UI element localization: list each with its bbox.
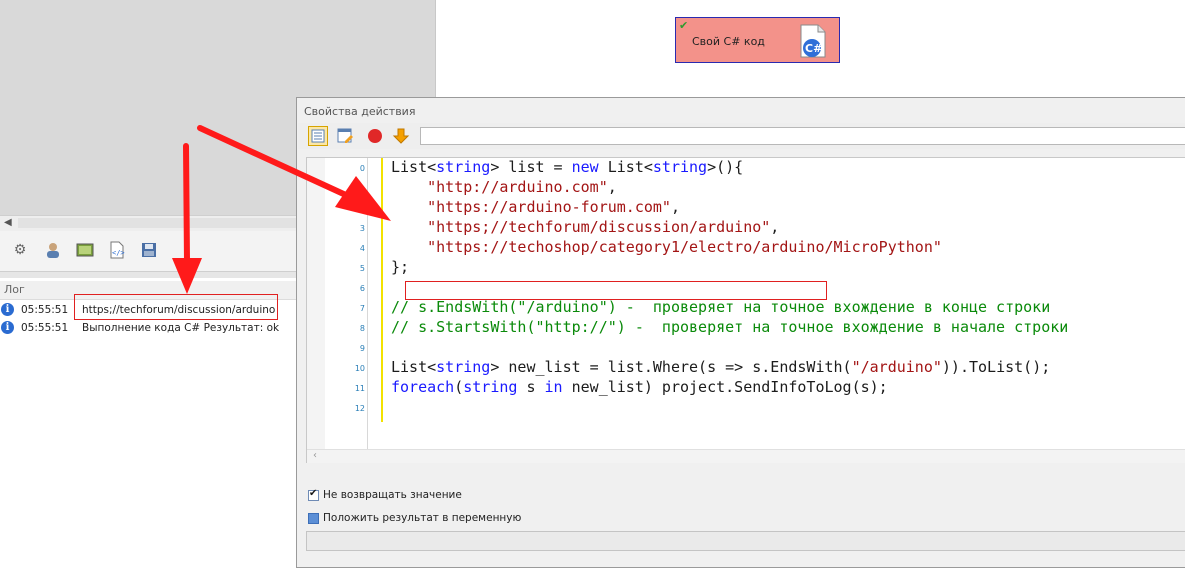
- code-line: "https;//techforum/discussion/arduino",: [427, 218, 780, 236]
- line-number: 8: [359, 324, 365, 333]
- line-number: 10: [354, 364, 365, 373]
- code-line: "https://techoshop/category1/electro/ard…: [427, 238, 942, 256]
- save-icon[interactable]: [140, 241, 158, 259]
- log-title: Лог: [4, 283, 25, 296]
- log-time: 05:55:51: [21, 322, 69, 334]
- line-number: 6: [359, 284, 365, 293]
- code-editor[interactable]: 0 1 2 3 4 5 6 7 8 9 10 11 12 List<string…: [306, 157, 1185, 463]
- stop-icon[interactable]: [365, 126, 385, 146]
- toolbar-text-field[interactable]: [420, 127, 1185, 145]
- line-number: 7: [359, 304, 365, 313]
- svg-text:</>: </>: [112, 249, 125, 257]
- editor-horizontal-scrollbar[interactable]: ‹: [307, 449, 1185, 463]
- log-highlight-box: [74, 294, 278, 320]
- gutter-divider: [367, 158, 368, 462]
- code-line: List<string> list = new List<string>(){: [391, 158, 744, 176]
- line-number: 2: [359, 204, 365, 213]
- code-line: foreach(string s in new_list) project.Se…: [391, 378, 888, 396]
- scroll-left-icon[interactable]: ◀: [4, 217, 12, 228]
- log-row[interactable]: i 05:55:51 Выполнение кода C# Результат:…: [0, 320, 296, 337]
- window-title: Свойства действия: [304, 105, 416, 118]
- code-line: // s.StartsWith("http://") - проверяет н…: [391, 318, 1069, 336]
- file-badge-text: C#: [805, 42, 822, 55]
- gear-icon[interactable]: ⚙: [11, 241, 29, 259]
- code-file-icon[interactable]: </>: [108, 241, 126, 259]
- log-time: 05:55:51: [21, 304, 69, 316]
- line-number: 3: [359, 224, 365, 233]
- info-icon: i: [1, 321, 14, 334]
- line-number: 9: [359, 344, 365, 353]
- put-result-label: Положить результат в переменную: [323, 512, 522, 524]
- line-number: 12: [354, 404, 365, 413]
- put-result-checkbox[interactable]: [308, 513, 319, 524]
- code-line: };: [391, 258, 410, 276]
- scroll-left-icon[interactable]: ‹: [313, 450, 317, 461]
- changed-lines-marker: [381, 158, 383, 422]
- log-message: Выполнение кода C# Результат: ok: [82, 322, 280, 334]
- download-arrow-icon[interactable]: [391, 126, 411, 146]
- code-line: "http://arduino.com",: [427, 178, 617, 196]
- info-icon: i: [1, 303, 14, 316]
- line-number: 4: [359, 244, 365, 253]
- code-view-icon[interactable]: [308, 126, 328, 146]
- line-number: 1: [359, 184, 365, 193]
- node-label: Свой C# код: [692, 35, 765, 48]
- code-line: // s.EndsWith("/arduino") - проверяет на…: [391, 298, 1051, 316]
- line-number: 0: [359, 164, 365, 173]
- properties-window: Свойства действия 0 1 2 3 4 5 6 7 8 9 10…: [296, 97, 1185, 568]
- no-return-value-checkbox[interactable]: [308, 488, 319, 501]
- user-icon[interactable]: [44, 241, 62, 259]
- editor-margin: [307, 158, 325, 462]
- line-number: 11: [354, 384, 365, 393]
- status-bar: [306, 531, 1185, 551]
- line-number: 5: [359, 264, 365, 273]
- csharp-action-node[interactable]: ✔ Свой C# код C#: [675, 17, 840, 63]
- properties-toolbar: [298, 123, 1185, 149]
- code-line: "https://arduino-forum.com",: [427, 198, 680, 216]
- csharp-file-icon: C#: [800, 24, 826, 58]
- code-line: List<string> new_list = list.Where(s => …: [391, 358, 1051, 376]
- edit-window-icon[interactable]: [335, 126, 355, 146]
- check-icon: ✔: [679, 19, 689, 32]
- image-icon[interactable]: [76, 241, 94, 259]
- code-highlight-box: [405, 281, 827, 300]
- no-return-value-label: Не возвращать значение: [323, 489, 462, 501]
